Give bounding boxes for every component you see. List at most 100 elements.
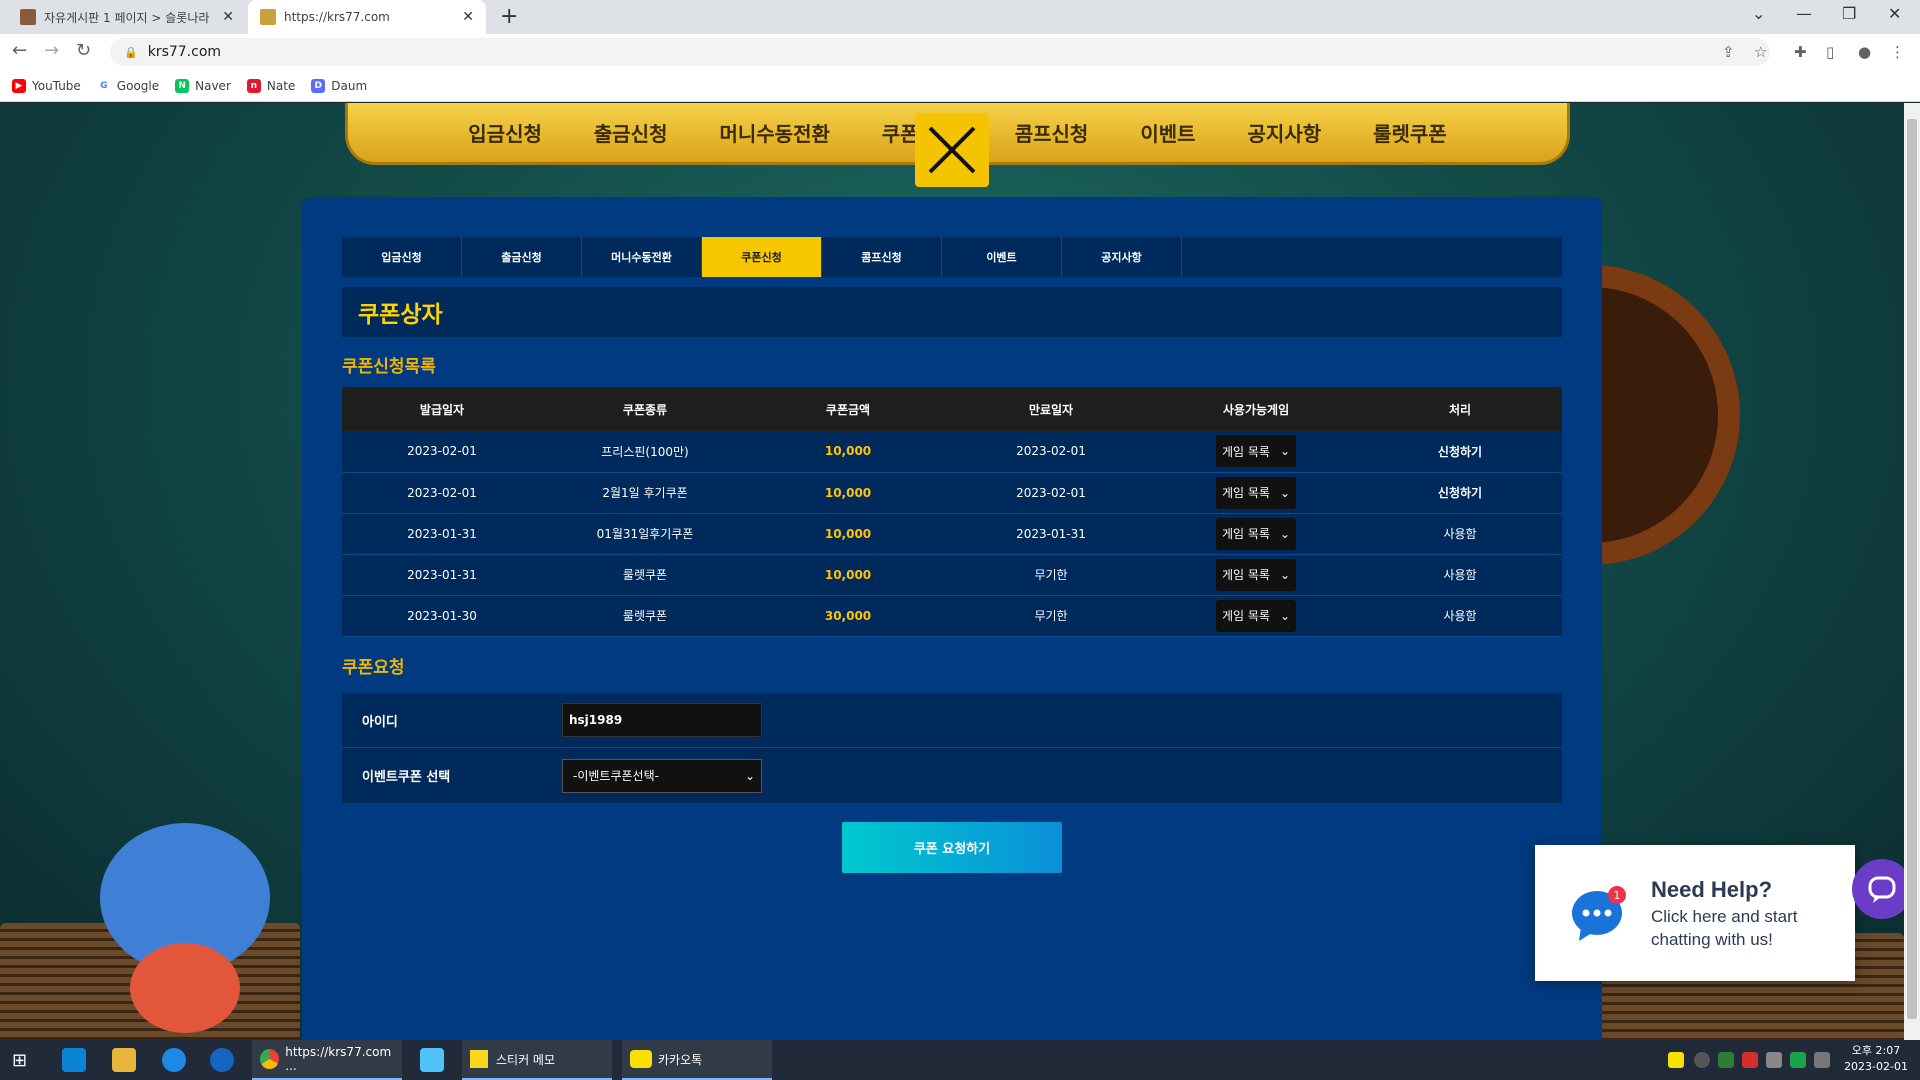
tab-search-icon[interactable]: ⌄ [1752,4,1765,23]
sticky-notes-icon [470,1050,488,1068]
coupon-type: 룰렛쿠폰 [542,595,748,637]
close-tab-icon[interactable]: ✕ [462,9,474,25]
table-row: 2023-01-31 룰렛쿠폰 10,000 무기한 게임 목록 ⌄ 사용함 [342,554,1562,596]
game-list-select[interactable]: 게임 목록 ⌄ [1216,435,1296,468]
internet-explorer-icon[interactable] [210,1048,234,1072]
tray-icon[interactable] [1790,1052,1806,1068]
clock-time: 오후 2:07 [1851,1044,1901,1057]
coupon-amount: 30,000 [748,595,948,637]
bookmark-naver[interactable]: N Naver [175,78,231,93]
kakaotalk-icon [630,1050,652,1068]
expiry-date: 무기한 [948,595,1154,637]
game-list-select[interactable]: 게임 목록 ⌄ [1216,517,1296,550]
id-field[interactable]: hsj1989 [562,703,762,737]
bookmark-google[interactable]: G Google [96,78,159,93]
game-list-label: 게임 목록 [1222,527,1270,541]
topnav-withdraw[interactable]: 출금신청 [594,118,668,147]
edge-icon[interactable] [162,1048,186,1072]
tab-deposit[interactable]: 입금신청 [342,237,462,277]
table-row: 2023-02-01 2월1일 후기쿠폰 10,000 2023-02-01 게… [342,472,1562,514]
coupon-table: 발급일자 쿠폰종류 쿠폰금액 만료일자 사용가능게임 처리 2023-02-01… [342,387,1562,637]
tray-icon[interactable] [1694,1052,1710,1068]
game-list-select[interactable]: 게임 목록 ⌄ [1216,599,1296,632]
event-coupon-select[interactable]: -이벤트쿠폰선택- ⌄ [562,758,762,793]
chat-icon [1868,876,1896,903]
help-line-1: Click here and start [1651,907,1798,926]
minimize-button[interactable]: — [1796,4,1812,23]
topnav-comp[interactable]: 콤프신청 [1015,118,1089,147]
game-list-label: 게임 목록 [1222,444,1270,459]
game-list-label: 게임 목록 [1222,568,1270,582]
topnav-notice[interactable]: 공지사항 [1248,118,1322,147]
reload-icon[interactable]: ↻ [76,40,91,61]
scrollbar-thumb[interactable] [1907,119,1917,1019]
bookmark-daum[interactable]: D Daum [311,78,367,93]
side-panel-icon[interactable]: ▯ [1826,43,1834,61]
coupon-type: 2월1일 후기쿠폰 [542,472,748,514]
apply-button[interactable]: 신청하기 [1358,431,1562,473]
menu-icon[interactable]: ⋮ [1890,43,1905,61]
close-modal-button[interactable] [915,113,989,187]
forward-icon[interactable]: → [44,40,59,61]
nvidia-tray-icon[interactable] [1718,1052,1734,1068]
bird-app-icon[interactable] [420,1048,444,1072]
taskbar-sticky-notes[interactable]: 스티커 메모 [462,1040,612,1080]
tab-notice[interactable]: 공지사항 [1062,237,1182,277]
browser-tab-1[interactable]: 자유게시판 1 페이지 > 슬롯나라 ✕ [8,0,246,34]
tab-money-transfer[interactable]: 머니수동전환 [582,237,702,277]
column-header: 사용가능게임 [1154,387,1358,431]
address-bar[interactable]: 🔒 krs77.com [110,38,1770,66]
tab-withdraw[interactable]: 출금신청 [462,237,582,277]
browser-tab-2[interactable]: https://krs77.com ✕ [248,0,486,34]
topnav-money-transfer[interactable]: 머니수동전환 [719,118,829,147]
column-header: 만료일자 [948,387,1154,431]
game-list-select[interactable]: 게임 목록 ⌄ [1216,558,1296,591]
table-row: 2023-02-01 프리스핀(100만) 10,000 2023-02-01 … [342,431,1562,473]
apply-button[interactable]: 신청하기 [1358,472,1562,514]
event-coupon-select-value: -이벤트쿠폰선택- [573,769,659,783]
file-explorer-icon[interactable] [112,1048,136,1072]
extensions-icon[interactable]: ✚ [1794,43,1807,61]
taskbar-kakaotalk[interactable]: 카카오톡 [622,1040,772,1080]
coupon-modal: 입금신청 출금신청 머니수동전환 쿠폰신청 콤프신청 이벤트 공지사항 쿠폰상자… [302,197,1602,1040]
topnav-roulette-coupon[interactable]: 룰렛쿠폰 [1373,118,1447,147]
kakao-tray-icon[interactable] [1668,1052,1684,1068]
page-scrollbar[interactable] [1904,103,1920,1040]
expiry-date: 무기한 [948,554,1154,596]
tray-icon[interactable] [1742,1052,1758,1068]
tab-event[interactable]: 이벤트 [942,237,1062,277]
request-coupon-button[interactable]: 쿠폰 요청하기 [842,822,1062,873]
share-icon[interactable]: ⇪ [1722,43,1735,61]
bookmark-nate[interactable]: n Nate [246,78,295,93]
bookmark-label: YouTube [32,78,81,93]
bookmark-star-icon[interactable]: ☆ [1754,43,1767,61]
close-tab-icon[interactable]: ✕ [222,9,234,25]
start-button[interactable]: ⊞ [12,1040,27,1080]
browser-tab-strip: 자유게시판 1 페이지 > 슬롯나라 ✕ https://krs77.com ✕… [0,0,1920,34]
chevron-down-icon: ⌄ [744,768,755,783]
tab-comp[interactable]: 콤프신청 [822,237,942,277]
tab-coupon[interactable]: 쿠폰신청 [702,237,822,277]
column-header: 쿠폰금액 [748,387,948,431]
mail-app-icon[interactable] [62,1048,86,1072]
game-list-select[interactable]: 게임 목록 ⌄ [1216,476,1296,509]
close-window-button[interactable]: ✕ [1888,4,1901,23]
taskbar-clock[interactable]: 오후 2:07 2023-02-01 [1844,1043,1908,1075]
restore-button[interactable]: ❐ [1842,4,1856,23]
profile-icon[interactable]: ● [1858,43,1871,61]
help-title: Need Help? [1651,877,1773,902]
new-tab-button[interactable]: + [500,4,518,29]
used-status: 사용함 [1358,554,1562,596]
topnav-coupon[interactable]: 쿠폰 [882,118,919,147]
topnav-deposit[interactable]: 입금신청 [468,118,542,147]
volume-icon[interactable] [1814,1052,1830,1068]
back-icon[interactable]: ← [12,40,27,61]
bookmark-youtube[interactable]: ▶ YouTube [12,78,81,93]
network-icon[interactable] [1766,1052,1782,1068]
chat-launcher-button[interactable] [1852,859,1904,919]
taskbar-chrome[interactable]: https://krs77.com ... [252,1040,402,1080]
used-status: 사용함 [1358,513,1562,555]
coupon-type: 프리스핀(100만) [542,431,748,473]
help-chat-widget[interactable]: 1 Need Help? Click here and start chatti… [1535,845,1855,981]
topnav-event[interactable]: 이벤트 [1140,118,1195,147]
